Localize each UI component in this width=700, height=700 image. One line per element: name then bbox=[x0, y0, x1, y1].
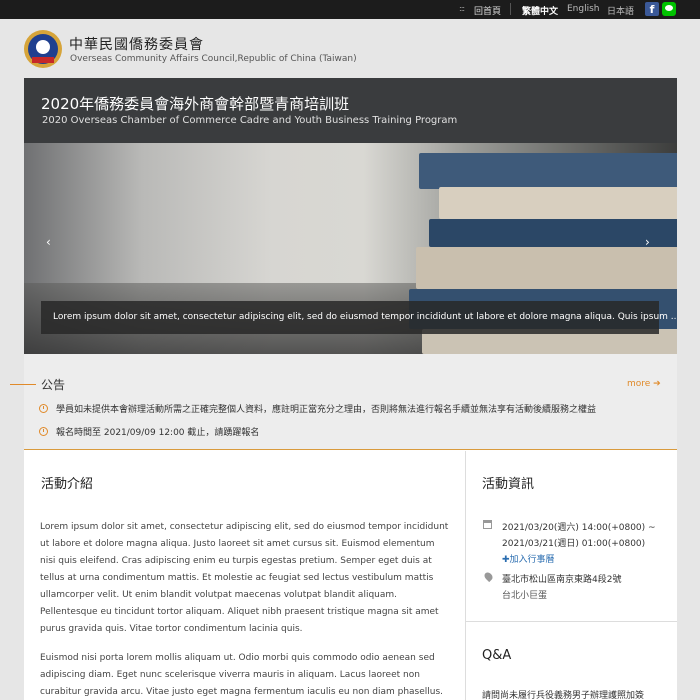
intro-title: 活動介紹 bbox=[41, 477, 94, 492]
top-bar: ::: 回首頁 繁體中文 English 日本語 f bbox=[0, 0, 700, 19]
event-venue: 台北小巨蛋 bbox=[502, 591, 548, 601]
org-name-en: Overseas Community Affairs Council,Repub… bbox=[70, 54, 357, 64]
banner-caption-text: Lorem ipsum dolor sit amet, consectetur … bbox=[53, 312, 677, 322]
add-to-calendar-link[interactable]: ✚加入行事曆 bbox=[502, 552, 555, 565]
intro-paragraph: Lorem ipsum dolor sit amet, consectetur … bbox=[40, 522, 449, 634]
carousel-prev-icon[interactable]: ‹ bbox=[46, 235, 51, 249]
more-link[interactable]: more ➔ bbox=[627, 379, 661, 389]
info-section: 活動資訊 2021/03/20(週六) 14:00(+0800) ~ 2021/… bbox=[466, 451, 677, 700]
calendar-icon bbox=[483, 520, 492, 529]
ocac-logo[interactable] bbox=[24, 30, 62, 68]
announcement-item[interactable]: 學員如未提供本會辦理活動所需之正確完整個人資料，應註明正當充分之理由，否則將無法… bbox=[39, 402, 596, 415]
intro-section: 活動介紹 Lorem ipsum dolor sit amet, consect… bbox=[24, 451, 465, 700]
clock-icon bbox=[39, 404, 48, 413]
event-title-en: 2020 Overseas Chamber of Commerce Cadre … bbox=[42, 115, 458, 126]
section-divider bbox=[466, 621, 677, 622]
announcement-text: 報名時間至 2021/09/09 12:00 截止，請踴躍報名 bbox=[56, 428, 260, 438]
announcement-accent-line bbox=[10, 384, 36, 385]
lang-japanese[interactable]: 日本語 bbox=[607, 4, 634, 17]
event-title-bar: 2020年僑務委員會海外商會幹部暨青商培訓班 2020 Overseas Cha… bbox=[24, 78, 677, 143]
sitemap-icon[interactable]: ::: bbox=[459, 4, 465, 13]
announcement-item[interactable]: 報名時間至 2021/09/09 12:00 截止，請踴躍報名 bbox=[39, 425, 259, 438]
qa-item[interactable]: 請問尚未履行兵役義務男子辦理護照加簽 bbox=[482, 688, 644, 700]
announcement-title: 公告 bbox=[41, 378, 66, 392]
logo-ribbon bbox=[32, 57, 54, 63]
home-link[interactable]: 回首頁 bbox=[474, 4, 501, 17]
event-title-zh: 2020年僑務委員會海外商會幹部暨青商培訓班 bbox=[41, 95, 350, 113]
facebook-icon[interactable]: f bbox=[645, 2, 659, 16]
carousel-next-icon[interactable]: › bbox=[645, 235, 650, 249]
qa-title: Q&A bbox=[482, 648, 512, 663]
event-date-start: 2021/03/20(週六) 14:00(+0800) ~ bbox=[502, 523, 656, 533]
banner-book bbox=[419, 153, 677, 189]
line-icon[interactable] bbox=[662, 2, 676, 16]
banner-book bbox=[429, 219, 677, 247]
org-name-zh[interactable]: 中華民國僑務委員會 bbox=[69, 34, 204, 54]
intro-paragraph: Euismod nisi porta lorem mollis aliquam … bbox=[40, 653, 444, 697]
event-date-end: 2021/03/21(週日) 01:00(+0800) bbox=[502, 539, 646, 549]
lang-zh-tw[interactable]: 繁體中文 bbox=[522, 4, 558, 17]
location-pin-icon bbox=[482, 570, 495, 583]
event-address: 臺北市松山區南京東路4段2號 bbox=[502, 575, 622, 585]
event-card: 2020年僑務委員會海外商會幹部暨青商培訓班 2020 Overseas Cha… bbox=[24, 78, 677, 700]
lang-english[interactable]: English bbox=[567, 4, 600, 14]
clock-icon bbox=[39, 427, 48, 436]
banner-book bbox=[439, 187, 677, 219]
info-title: 活動資訊 bbox=[482, 477, 535, 492]
banner-caption[interactable]: Lorem ipsum dolor sit amet, consectetur … bbox=[41, 301, 677, 334]
announcement-text: 學員如未提供本會辦理活動所需之正確完整個人資料，應註明正當充分之理由，否則將無法… bbox=[56, 405, 597, 415]
banner-book bbox=[416, 247, 677, 289]
logo-sun bbox=[36, 40, 50, 54]
announcement-section: 公告 more ➔ 學員如未提供本會辦理活動所需之正確完整個人資料，應註明正當充… bbox=[24, 354, 677, 450]
separator bbox=[510, 3, 511, 15]
banner-carousel[interactable]: ‹ › Lorem ipsum dolor sit amet, consecte… bbox=[24, 143, 677, 354]
